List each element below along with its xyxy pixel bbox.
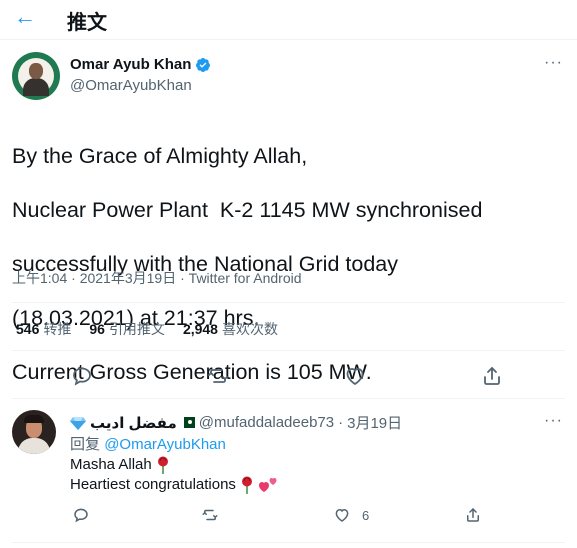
reply-date[interactable]: 3月19日 xyxy=(347,412,402,433)
tweet-source[interactable]: Twitter for Android xyxy=(189,270,302,286)
reply-icon[interactable] xyxy=(72,506,90,524)
reply-more-options-icon[interactable]: ··· xyxy=(544,412,563,430)
rose-emoji-icon xyxy=(157,456,168,474)
avatar-hair-shape xyxy=(24,415,44,423)
divider xyxy=(12,302,565,303)
reply-text-line-1: Masha Allah xyxy=(70,455,170,475)
more-options-icon[interactable]: ··· xyxy=(544,54,563,72)
two-hearts-emoji-icon xyxy=(258,478,277,492)
reply-like-count: 6 xyxy=(362,508,370,523)
retweets-count: 546 xyxy=(16,321,40,337)
tweet-date[interactable]: 2021年3月19日 xyxy=(80,270,177,286)
avatar-shirt-shape xyxy=(18,438,50,454)
share-icon[interactable] xyxy=(464,506,482,524)
avatar-face-shape xyxy=(29,63,43,79)
replying-to-label: 回复 xyxy=(70,436,101,453)
heart-icon[interactable] xyxy=(343,364,367,388)
share-icon[interactable] xyxy=(480,364,504,388)
quotes-count: 96 xyxy=(89,321,105,337)
divider xyxy=(12,350,565,351)
avatar-portrait xyxy=(18,58,54,96)
quotes-stat[interactable]: 96 引用推文 xyxy=(89,319,165,339)
retweet-icon[interactable] xyxy=(206,364,230,388)
tweet-line: By the Grace of Almighty Allah, xyxy=(12,144,308,168)
heart-icon[interactable] xyxy=(333,506,351,524)
reply-author-name[interactable]: مفضل اديب xyxy=(90,414,177,432)
divider xyxy=(12,398,565,399)
replying-to-handle[interactable]: @OmarAyubKhan xyxy=(104,436,226,453)
reply-text-line-2: Heartiest congratulations xyxy=(70,475,278,495)
author-name[interactable]: Omar Ayub Khan xyxy=(70,56,191,73)
tweet-stats: 546 转推 96 引用推文 2,948 喜欢次数 xyxy=(16,319,278,339)
page-title: 推文 xyxy=(67,12,107,34)
meta-separator: · xyxy=(176,270,189,286)
author-name-row[interactable]: Omar Ayub Khan xyxy=(70,56,211,73)
reply-author-handle[interactable]: @mufaddaladeeb73 xyxy=(199,414,334,431)
rose-emoji-icon xyxy=(241,476,252,494)
reply-text: Masha Allah xyxy=(70,456,152,473)
tweet-time[interactable]: 上午1:04 xyxy=(12,270,67,286)
tweet-meta: 上午1:04 · 2021年3月19日 · Twitter for Androi… xyxy=(12,268,302,288)
divider xyxy=(12,542,565,543)
likes-count: 2,948 xyxy=(182,321,218,337)
diamond-emoji-icon xyxy=(70,416,86,430)
top-bar: ← 推文 xyxy=(0,0,577,40)
reply-text: Heartiest congratulations xyxy=(70,476,236,493)
author-handle[interactable]: @OmarAyubKhan xyxy=(70,77,192,94)
tweet-line: Nuclear Power Plant K-2 1145 MW synchron… xyxy=(12,198,483,222)
quotes-label: 引用推文 xyxy=(108,321,165,337)
author-avatar[interactable] xyxy=(12,52,60,100)
reply-author-avatar[interactable] xyxy=(12,410,56,454)
likes-label: 喜欢次数 xyxy=(221,321,278,337)
verified-badge-icon xyxy=(196,57,211,72)
reply-icon[interactable] xyxy=(70,364,94,388)
reply-header: مفضل اديب @mufaddaladeeb73 · 3月19日 xyxy=(70,412,402,433)
retweets-label: 转推 xyxy=(43,321,72,337)
replying-to: 回复 @OmarAyubKhan xyxy=(70,433,226,454)
avatar-suit-shape xyxy=(23,78,49,96)
meta-separator: · xyxy=(67,270,80,286)
retweets-stat[interactable]: 546 转推 xyxy=(16,319,71,339)
retweet-icon[interactable] xyxy=(201,506,219,524)
back-arrow-icon[interactable]: ← xyxy=(14,4,42,32)
reply-dot: · xyxy=(338,414,344,431)
pakistan-flag-icon xyxy=(180,417,195,428)
likes-stat[interactable]: 2,948 喜欢次数 xyxy=(183,319,278,339)
